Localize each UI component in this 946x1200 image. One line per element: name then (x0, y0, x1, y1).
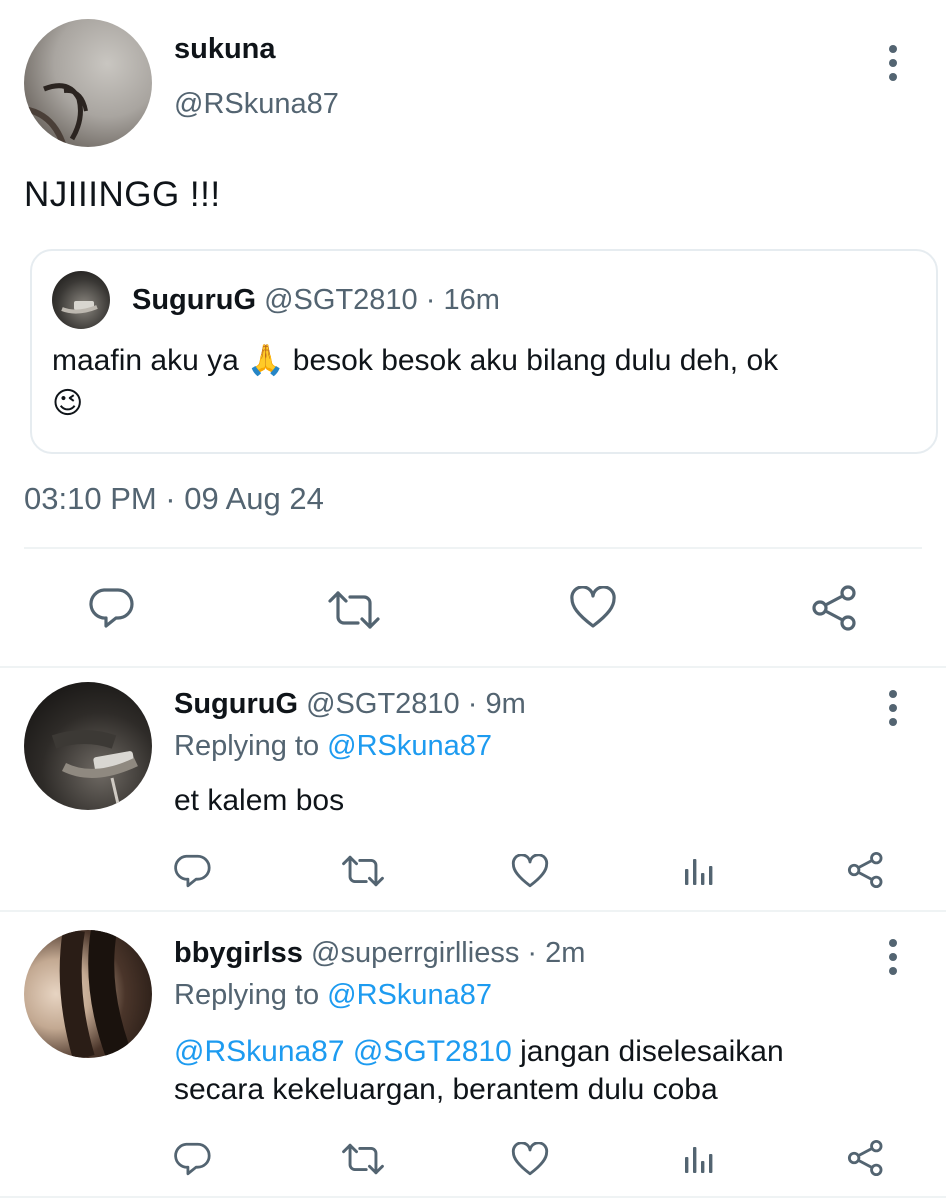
reply-avatar[interactable] (24, 930, 152, 1058)
reply-text-line1: jangan diselesaikan (511, 1035, 784, 1068)
retweet-icon[interactable] (340, 1141, 386, 1177)
analytics-icon[interactable] (680, 852, 716, 890)
quoted-avatar (52, 271, 110, 329)
retweet-icon[interactable] (326, 588, 382, 632)
quoted-age: · 16m (425, 284, 500, 316)
share-icon[interactable] (846, 1138, 886, 1178)
quoted-text: maafin aku ya 🙏 besok besok aku bilang d… (52, 339, 912, 425)
quoted-text-part2: besok besok aku bilang dulu deh, ok (284, 344, 779, 377)
mention-link[interactable]: @SGT2810 (353, 1035, 512, 1068)
more-options-icon[interactable] (883, 939, 903, 975)
quoted-text-part1: maafin aku ya (52, 344, 248, 377)
wink-emoji: 😉 (52, 387, 84, 420)
share-icon[interactable] (846, 850, 886, 890)
analytics-icon[interactable] (680, 1140, 716, 1178)
divider (0, 1196, 946, 1198)
divider (0, 910, 946, 912)
tweet-timestamp[interactable]: 03:10 PM · 09 Aug 24 (24, 481, 324, 517)
like-icon[interactable] (568, 585, 618, 631)
share-icon[interactable] (810, 583, 860, 633)
reply-handle[interactable]: @superrgirlliess (311, 937, 519, 969)
avatar[interactable] (24, 19, 152, 147)
avatar-image (24, 83, 88, 147)
more-options-icon[interactable] (883, 690, 903, 726)
author-handle[interactable]: @RSkuna87 (174, 88, 339, 121)
reply-display-name[interactable]: bbygirlss (174, 937, 303, 969)
divider (24, 547, 922, 549)
replying-to-link[interactable]: @RSkuna87 (327, 730, 492, 762)
reply-text: et kalem bos (174, 784, 345, 817)
replying-to-label: Replying to (174, 730, 320, 762)
like-icon[interactable] (510, 852, 550, 890)
reply-text-line2: secara kekeluargan, berantem dulu coba (174, 1073, 718, 1106)
quoted-tweet-card[interactable]: SuguruG @SGT2810 · 16m maafin aku ya 🙏 b… (30, 249, 938, 454)
reply-display-name[interactable]: SuguruG (174, 688, 298, 720)
quoted-handle: @SGT2810 (264, 284, 418, 316)
replying-to-label: Replying to (174, 979, 320, 1011)
reply-avatar[interactable] (24, 682, 152, 810)
more-options-icon[interactable] (883, 45, 903, 81)
divider (0, 666, 946, 668)
reply-icon[interactable] (86, 585, 136, 631)
author-display-name[interactable]: sukuna (174, 33, 276, 66)
reply-age: · 9m (467, 688, 526, 720)
pray-emoji: 🙏 (247, 344, 285, 377)
tweet-text: NJIIINGG !!! (24, 175, 221, 214)
reply-handle[interactable]: @SGT2810 (306, 688, 460, 720)
quoted-display-name: SuguruG (132, 284, 257, 316)
retweet-icon[interactable] (340, 853, 386, 889)
like-icon[interactable] (510, 1140, 550, 1178)
reply-icon[interactable] (172, 852, 212, 890)
reply-age: · 2m (527, 937, 586, 969)
replying-to-link[interactable]: @RSkuna87 (327, 979, 492, 1011)
reply-icon[interactable] (172, 1140, 212, 1178)
mention-link[interactable]: @RSkuna87 (174, 1035, 345, 1068)
reply-text: @RSkuna87 @SGT2810 jangan diselesaikan s… (174, 1033, 784, 1109)
